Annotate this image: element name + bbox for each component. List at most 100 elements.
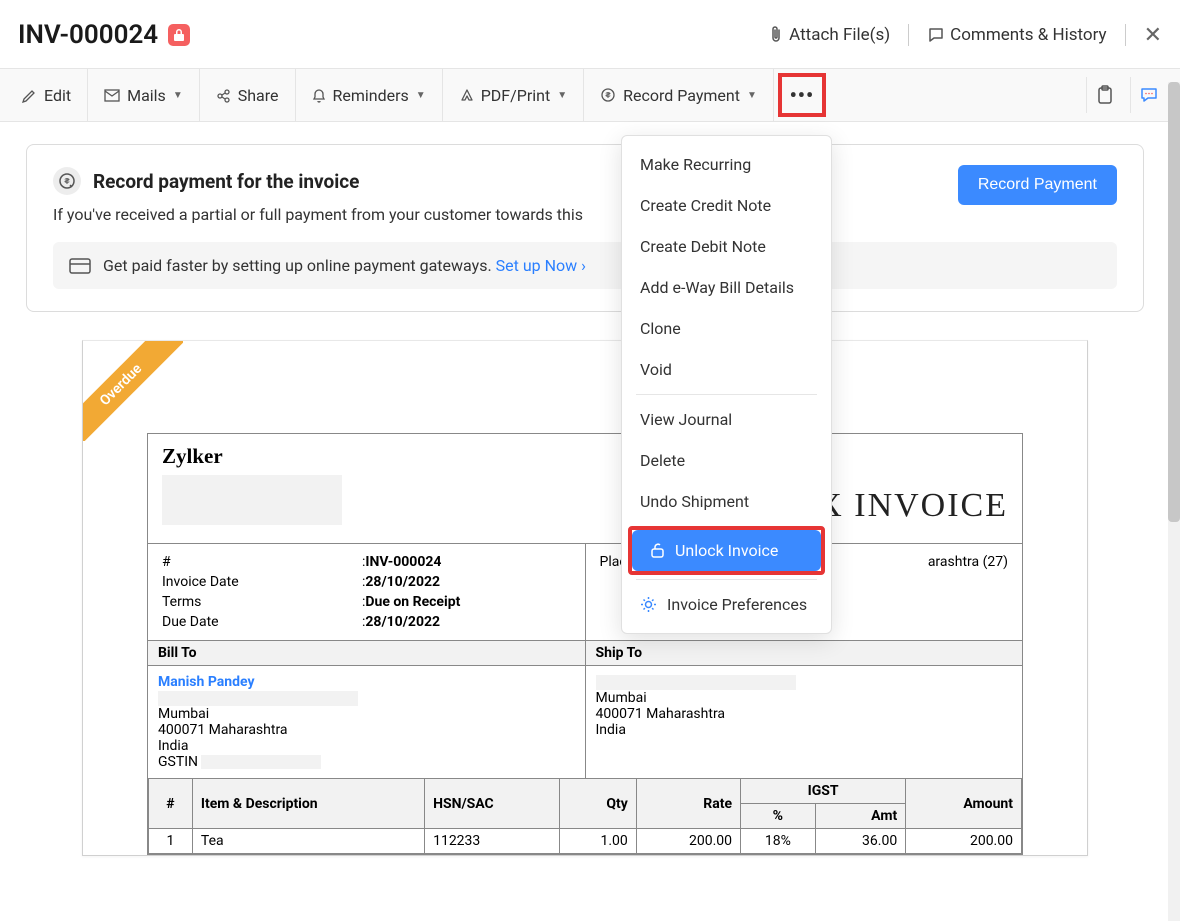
bill-to-name[interactable]: Manish Pandey	[158, 674, 575, 690]
menu-delete[interactable]: Delete	[622, 440, 831, 481]
menu-void[interactable]: Void	[622, 349, 831, 390]
reminders-button[interactable]: Reminders ▼	[296, 69, 443, 121]
ship-to-country: India	[596, 722, 1013, 738]
pdf-icon	[459, 88, 474, 103]
attach-files-label: Attach File(s)	[789, 25, 890, 45]
chat-button[interactable]	[1130, 77, 1166, 113]
bill-to-col: Bill To Manish Pandey Mumbai 400071 Maha…	[148, 641, 586, 778]
comments-history-link[interactable]: Comments & History	[927, 25, 1106, 45]
detail-value: arashtra (27)	[928, 554, 1008, 570]
detail-label: Invoice Date	[162, 574, 362, 590]
detail-value: 28/10/2022	[365, 574, 440, 590]
edit-button[interactable]: Edit	[6, 69, 88, 121]
clipboard-button[interactable]	[1086, 77, 1122, 113]
page-header: INV-000024 Attach File(s) Comments & His…	[0, 0, 1180, 68]
th-num: #	[149, 779, 193, 829]
th-amount: Amount	[906, 779, 1022, 829]
th-qty: Qty	[559, 779, 636, 829]
header-right: Attach File(s) Comments & History ✕	[768, 23, 1162, 48]
pdf-print-button[interactable]: PDF/Print ▼	[443, 69, 584, 121]
redacted-area	[162, 475, 342, 525]
invoice-preview: Zylker AX INVOICE #: INV-000024 Invoice …	[82, 340, 1088, 856]
menu-create-debit-note[interactable]: Create Debit Note	[622, 226, 831, 267]
bell-icon	[312, 88, 326, 103]
bill-to-country: India	[158, 738, 575, 754]
clipboard-icon	[1096, 85, 1114, 105]
scrollbar[interactable]	[1168, 82, 1180, 921]
unlock-invoice-label: Unlock Invoice	[675, 541, 778, 560]
payment-card-title: Record payment for the invoice	[93, 170, 359, 193]
details-left: #: INV-000024 Invoice Date: 28/10/2022 T…	[148, 544, 586, 640]
gateway-text: Get paid faster by setting up online pay…	[103, 256, 496, 275]
cell-amount: 200.00	[906, 829, 1022, 854]
toolbar-right	[1086, 77, 1174, 113]
invoice-details: #: INV-000024 Invoice Date: 28/10/2022 T…	[148, 544, 1022, 641]
dollar-icon	[600, 87, 616, 103]
record-payment-label: Record Payment	[623, 86, 740, 105]
chat-icon	[1139, 86, 1159, 104]
th-pct: %	[741, 804, 816, 829]
chevron-down-icon: ▼	[557, 90, 567, 101]
record-payment-button[interactable]: Record Payment ▼	[584, 69, 774, 121]
detail-label: #	[162, 554, 362, 570]
ship-to-col: Ship To Mumbai 400071 Maharashtra India	[586, 641, 1023, 778]
detail-label: Terms	[162, 594, 362, 610]
divider	[1125, 24, 1126, 46]
ship-to-body: Mumbai 400071 Maharashtra India	[586, 666, 1023, 746]
setup-now-link[interactable]: Set up Now ›	[496, 256, 586, 275]
more-dropdown-menu: Make Recurring Create Credit Note Create…	[621, 135, 832, 634]
menu-unlock-invoice[interactable]: Unlock Invoice	[632, 530, 821, 571]
address-section: Bill To Manish Pandey Mumbai 400071 Maha…	[148, 641, 1022, 778]
menu-make-recurring[interactable]: Make Recurring	[622, 144, 831, 185]
unlock-icon	[650, 542, 665, 559]
menu-invoice-preferences[interactable]: Invoice Preferences	[622, 584, 831, 625]
preferences-label: Invoice Preferences	[667, 595, 807, 614]
ship-to-header: Ship To	[586, 641, 1023, 666]
header-left: INV-000024	[18, 20, 190, 50]
bill-to-header: Bill To	[148, 641, 585, 666]
chevron-down-icon: ▼	[173, 90, 183, 101]
detail-value: 28/10/2022	[365, 614, 440, 630]
share-button[interactable]: Share	[200, 69, 296, 121]
comments-history-label: Comments & History	[950, 25, 1106, 45]
menu-undo-shipment[interactable]: Undo Shipment	[622, 481, 831, 522]
menu-create-credit-note[interactable]: Create Credit Note	[622, 185, 831, 226]
toolbar: Edit Mails ▼ Share Reminders ▼ PDF/Print…	[0, 68, 1180, 122]
ship-to-state: 400071 Maharashtra	[596, 706, 1013, 722]
pdf-print-label: PDF/Print	[481, 86, 551, 105]
mails-button[interactable]: Mails ▼	[88, 69, 200, 121]
attach-files-link[interactable]: Attach File(s)	[768, 25, 890, 45]
lock-icon	[168, 24, 190, 46]
menu-view-journal[interactable]: View Journal	[622, 399, 831, 440]
chevron-down-icon: ▼	[416, 90, 426, 101]
bill-to-state: 400071 Maharashtra	[158, 722, 575, 738]
detail-value: INV-000024	[365, 554, 441, 570]
menu-add-eway-bill[interactable]: Add e-Way Bill Details	[622, 267, 831, 308]
cell-rate: 200.00	[636, 829, 740, 854]
divider	[908, 24, 909, 46]
overdue-ribbon	[83, 341, 183, 441]
record-payment-cta[interactable]: Record Payment	[958, 165, 1117, 205]
redacted-area	[596, 675, 796, 690]
cell-amt: 36.00	[815, 829, 906, 854]
cell-qty: 1.00	[559, 829, 636, 854]
comment-icon	[927, 26, 945, 44]
pencil-icon	[22, 88, 37, 103]
more-button[interactable]: •••	[778, 73, 826, 117]
menu-clone[interactable]: Clone	[622, 308, 831, 349]
th-hsn: HSN/SAC	[425, 779, 560, 829]
gstin-label: GSTIN	[158, 754, 198, 770]
cell-pct: 18%	[741, 829, 816, 854]
close-icon[interactable]: ✕	[1144, 23, 1162, 48]
company-block: Zylker	[162, 444, 342, 525]
reminders-label: Reminders	[333, 86, 409, 105]
payment-card: Record payment for the invoice If you've…	[26, 144, 1144, 312]
payment-card-desc: If you've received a partial or full pay…	[53, 205, 1117, 224]
invoice-top: Zylker AX INVOICE	[148, 434, 1022, 544]
bill-to-body: Manish Pandey Mumbai 400071 Maharashtra …	[148, 666, 585, 778]
highlight-box: Unlock Invoice	[628, 526, 825, 575]
redacted-area	[158, 691, 358, 706]
scrollbar-thumb[interactable]	[1168, 82, 1180, 522]
gear-icon	[640, 596, 657, 613]
th-amt: Amt	[815, 804, 906, 829]
